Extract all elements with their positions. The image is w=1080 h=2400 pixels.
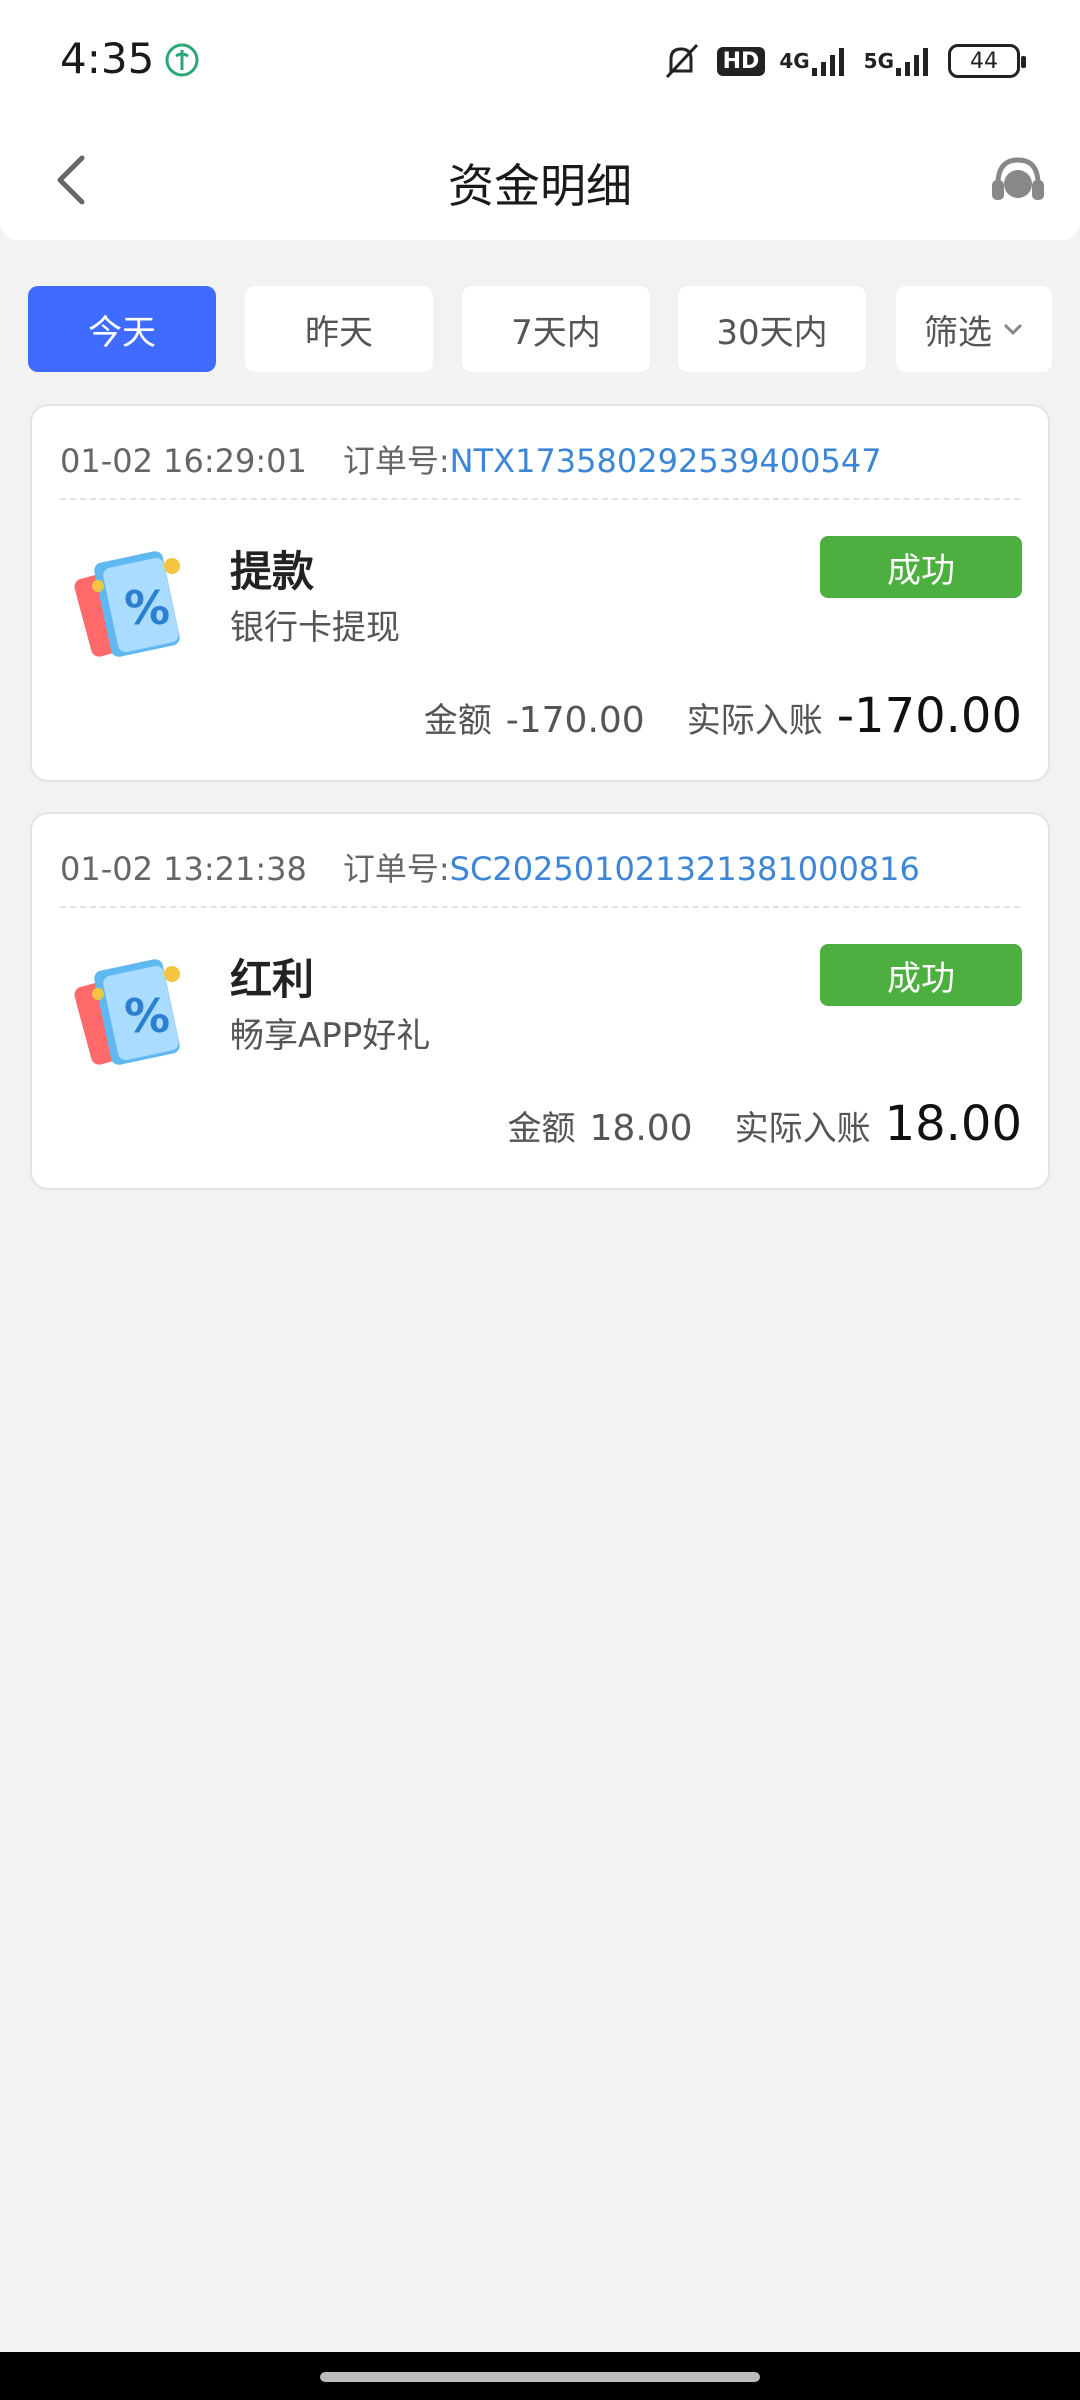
status-bar: 4:35 HD 4G 5G 44 <box>0 0 1080 120</box>
hd-badge: HD <box>716 46 766 76</box>
tab-label: 今天 <box>88 312 156 353</box>
status-icons: HD 4G 5G 44 <box>659 36 1026 86</box>
transaction-title: 提款 <box>230 547 315 596</box>
transaction-subtitle: 畅享APP好礼 <box>230 1016 431 1056</box>
dashed-divider <box>60 498 1020 500</box>
amount-label: 金额 <box>507 1109 576 1149</box>
actual-value: -170.00 <box>836 688 1022 744</box>
signal-icon: 5G <box>864 44 934 78</box>
page-header: 资金明细 <box>0 120 1080 240</box>
network-label: 4G <box>779 49 810 73</box>
card-header: 01-02 13:21:38 订单号:SC20250102132138100081… <box>60 844 920 890</box>
transaction-datetime: 01-02 16:29:01 <box>60 442 307 480</box>
actual-label: 实际入账 <box>686 701 823 741</box>
order-number[interactable]: NTX173580292539400547 <box>450 442 882 480</box>
card-header: 01-02 16:29:01 订单号:NTX173580292539400547 <box>60 436 882 482</box>
coupon-icon: % <box>62 940 202 1080</box>
coupon-icon: % <box>62 532 202 672</box>
home-indicator[interactable] <box>320 2372 760 2382</box>
transaction-subtitle: 银行卡提现 <box>230 608 400 648</box>
status-badge: 成功 <box>820 944 1022 1006</box>
amount-value: -170.00 <box>505 700 645 741</box>
page-title: 资金明细 <box>448 159 632 213</box>
filter-dropdown[interactable]: 筛选 <box>896 286 1052 372</box>
actual-label: 实际入账 <box>734 1109 871 1149</box>
customer-service-button[interactable] <box>986 148 1050 212</box>
tab-label: 30天内 <box>716 312 828 353</box>
order-label: 订单号: <box>342 850 450 888</box>
tab-label: 昨天 <box>305 312 373 353</box>
dashed-divider <box>60 906 1020 908</box>
order-label: 订单号: <box>342 442 450 480</box>
tab-today[interactable]: 今天 <box>28 286 216 372</box>
chevron-down-icon <box>1002 322 1024 336</box>
transaction-card[interactable]: 01-02 16:29:01 订单号:NTX173580292539400547 … <box>30 404 1050 782</box>
amount-row: 金额 -170.00 实际入账 -170.00 <box>424 688 1022 744</box>
order-number[interactable]: SC202501021321381000816 <box>450 850 920 888</box>
actual-value: 18.00 <box>884 1096 1022 1152</box>
transaction-card[interactable]: 01-02 13:21:38 订单号:SC20250102132138100081… <box>30 812 1050 1190</box>
signal-icon: 4G <box>779 44 849 78</box>
tab-label: 7天内 <box>511 312 601 353</box>
transaction-datetime: 01-02 13:21:38 <box>60 850 307 888</box>
leaf-icon <box>164 42 200 78</box>
battery-icon: 44 <box>948 44 1026 78</box>
status-badge: 成功 <box>820 536 1022 598</box>
amount-value: 18.00 <box>589 1108 693 1149</box>
svg-text:%: % <box>124 989 170 1043</box>
amount-label: 金额 <box>423 701 492 741</box>
amount-row: 金额 18.00 实际入账 18.00 <box>508 1096 1022 1152</box>
svg-text:%: % <box>124 581 170 635</box>
tab-yesterday[interactable]: 昨天 <box>245 286 433 372</box>
gesture-bar <box>0 2352 1080 2400</box>
bell-muted-icon <box>659 41 703 81</box>
tab-7-days[interactable]: 7天内 <box>462 286 650 372</box>
headset-icon <box>992 157 1044 200</box>
date-filter-tabs: 今天 昨天 7天内 30天内 筛选 <box>28 286 1052 372</box>
transaction-title: 红利 <box>230 955 315 1004</box>
network-label: 5G <box>863 49 894 73</box>
tab-30-days[interactable]: 30天内 <box>678 286 866 372</box>
status-time: 4:35 <box>60 34 155 83</box>
filter-label: 筛选 <box>924 312 992 353</box>
